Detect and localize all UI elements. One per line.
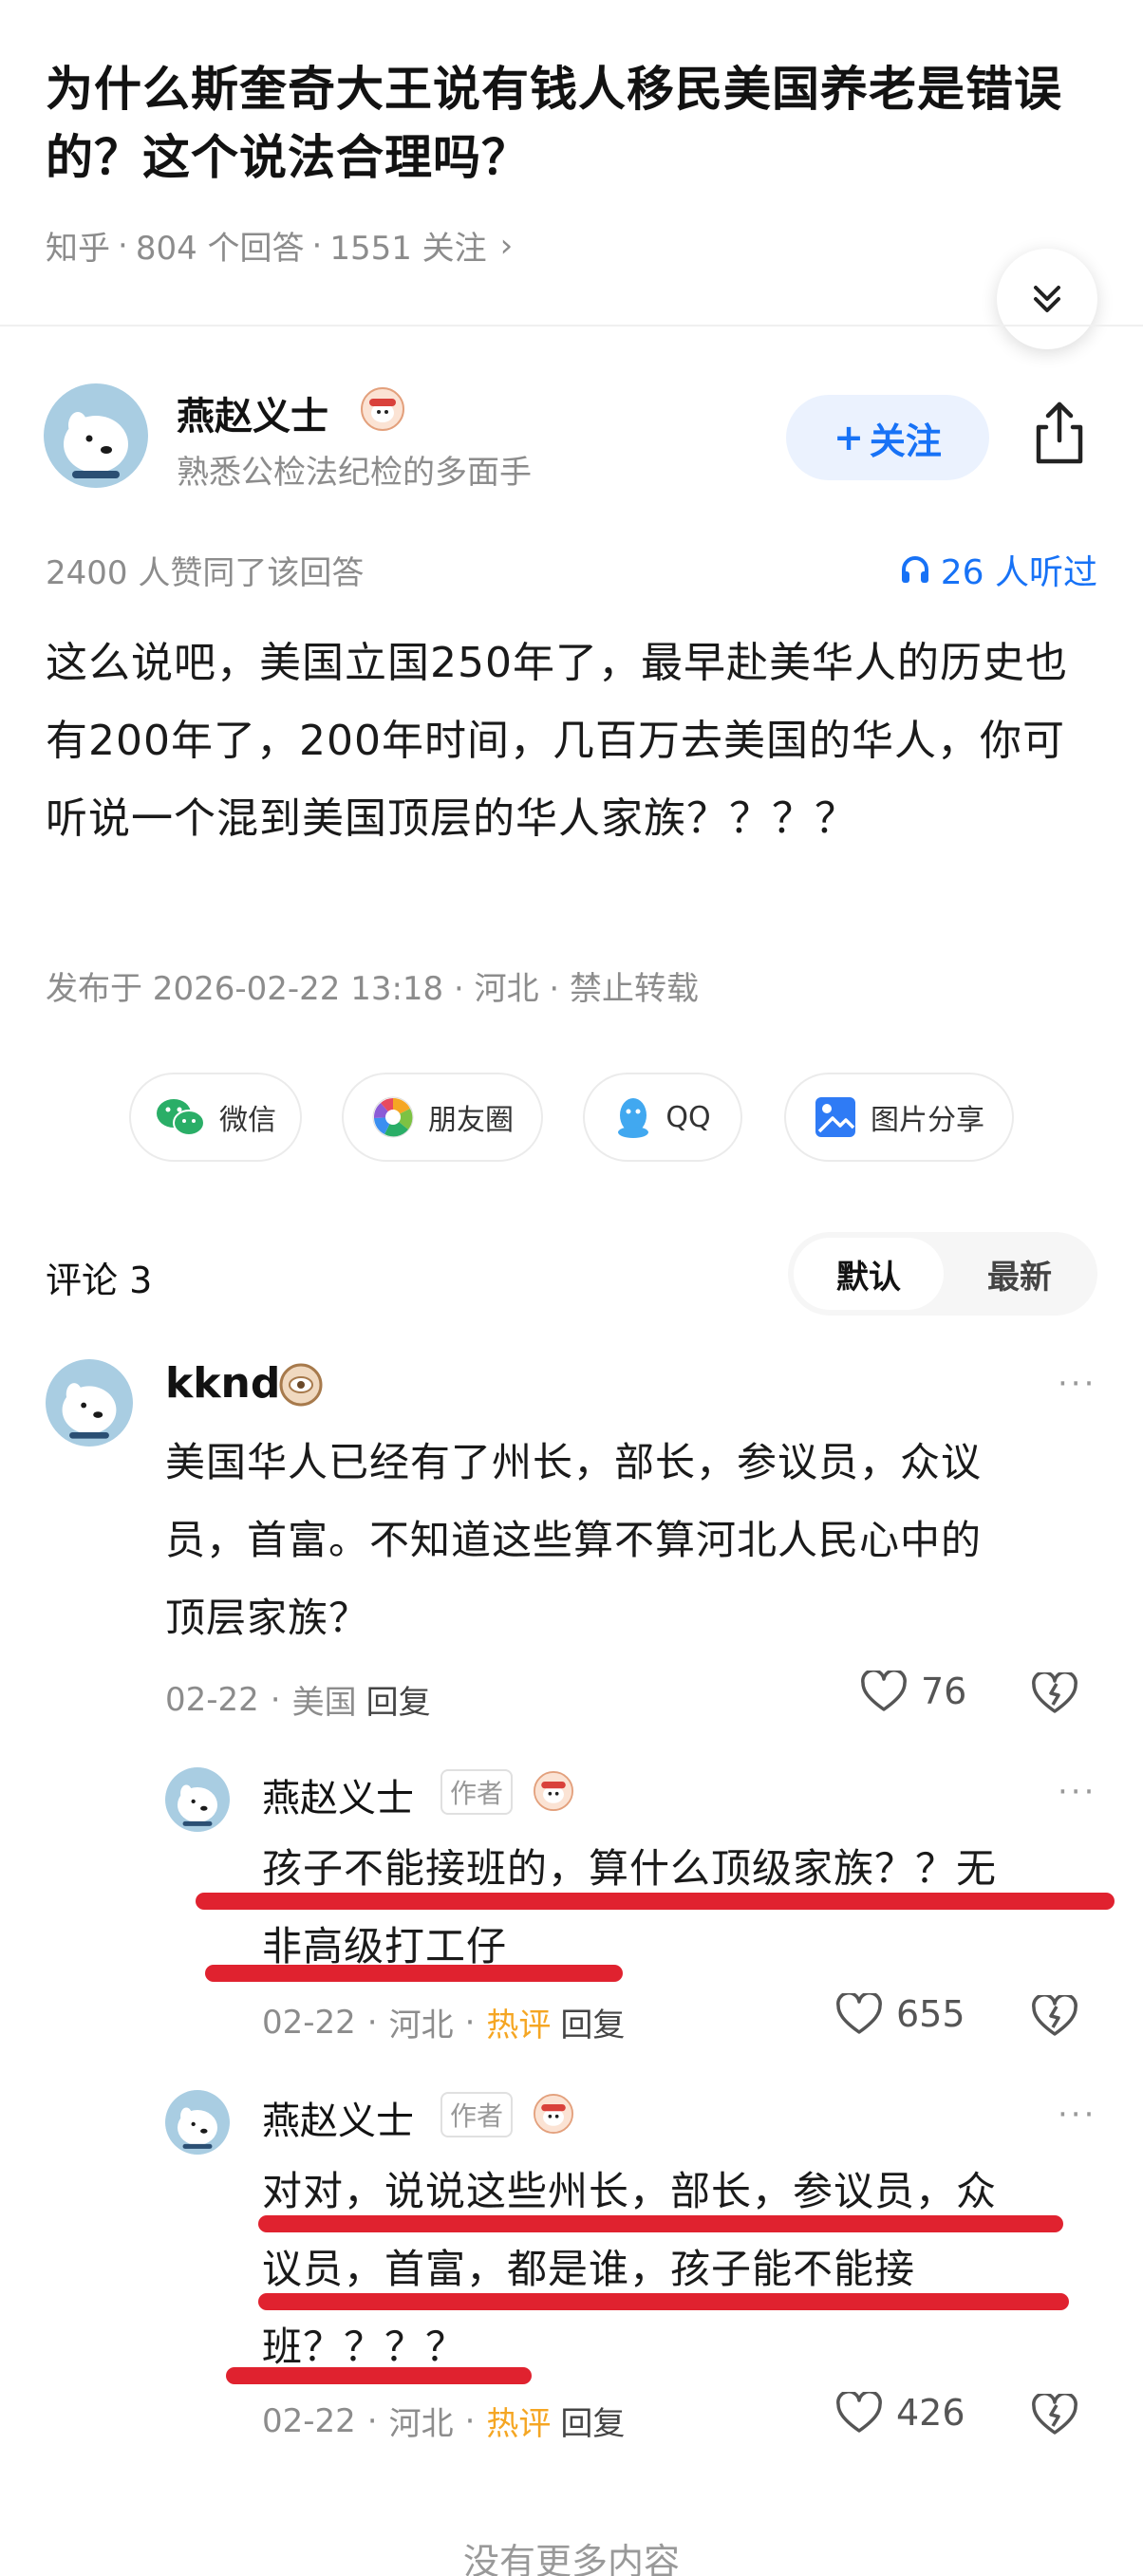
moments-icon <box>372 1096 414 1138</box>
like-count: 76 <box>921 1671 967 1712</box>
annotation-underline <box>196 1893 1115 1910</box>
headphones-icon <box>901 556 928 583</box>
sort-default-tab[interactable]: 默认 <box>794 1238 944 1310</box>
comment-meta: 02-22 · 美国 回复 <box>165 1676 431 1723</box>
answer-count: 804 个回答 <box>135 230 305 268</box>
share-wechat-button[interactable]: 微信 <box>129 1073 302 1162</box>
image-share-label: 图片分享 <box>871 1104 984 1137</box>
annotation-underline <box>258 2215 1063 2232</box>
more-icon[interactable]: ··· <box>1058 1773 1096 1811</box>
like-count: 655 <box>896 1993 965 2035</box>
dislike-icon[interactable] <box>1031 2392 1078 2439</box>
annotation-underline <box>205 1965 623 1982</box>
reply-button[interactable]: 回复 <box>366 1676 431 1723</box>
qq-icon <box>618 1098 649 1138</box>
author-tag: 作者 <box>440 2092 514 2137</box>
share-image-button[interactable]: 图片分享 <box>784 1073 1014 1162</box>
badge-icon <box>534 1771 573 1815</box>
like-count: 426 <box>896 2392 965 2434</box>
badge-icon <box>279 1363 323 1410</box>
source-label: 知乎 <box>46 230 110 268</box>
commenter-name[interactable]: kknd <box>165 1359 280 1408</box>
wechat-icon <box>157 1099 205 1136</box>
more-icon[interactable]: ··· <box>1058 1365 1096 1403</box>
hot-badge: 热评 <box>486 2007 552 2044</box>
comments-title: 评论 3 <box>46 1260 153 1301</box>
heart-icon <box>836 1993 882 2034</box>
hot-badge: 热评 <box>486 2405 552 2443</box>
reply-text: 对对，说说这些州长，部长，参议员，众 议员，首富，都是谁，孩子能不能接 班？？？… <box>262 2168 998 2370</box>
follow-button[interactable]: + 关注 <box>786 395 989 480</box>
share-icon[interactable] <box>1029 399 1090 467</box>
heart-icon <box>836 2392 882 2433</box>
reply-author-name[interactable]: 燕赵义士 <box>262 1767 414 1822</box>
author-description: 熟悉公检法纪检的多面手 <box>177 454 532 492</box>
like-button[interactable]: 655 <box>835 1993 965 2035</box>
chevron-right-icon: › <box>499 226 514 265</box>
author-tag: 作者 <box>440 1769 514 1815</box>
share-qq-button[interactable]: QQ <box>583 1073 742 1162</box>
reply-meta: 02-22 · 河北 · 热评 回复 <box>262 2398 625 2444</box>
avatar-image <box>44 383 148 488</box>
follow-count: 1551 关注 <box>329 230 487 268</box>
avatar-image <box>165 2090 230 2155</box>
reply-avatar[interactable] <box>165 2090 230 2155</box>
divider <box>0 325 1143 327</box>
reply-avatar[interactable] <box>165 1767 230 1832</box>
no-more-content: 没有更多内容 <box>462 2541 680 2576</box>
listen-count[interactable]: 26 人听过 <box>899 545 1097 594</box>
avatar-image <box>46 1359 133 1447</box>
reply-button[interactable]: 回复 <box>560 1999 625 2045</box>
share-moments-button[interactable]: 朋友圈 <box>342 1073 543 1162</box>
badge-icon <box>361 387 404 431</box>
dislike-icon[interactable] <box>1031 1993 1078 2041</box>
question-meta[interactable]: 知乎 · 804 个回答 · 1551 关注 › <box>46 222 513 269</box>
commenter-avatar[interactable] <box>46 1359 133 1447</box>
qq-label: QQ <box>665 1100 711 1134</box>
listen-label: 26 人听过 <box>940 553 1097 592</box>
reply-author-name[interactable]: 燕赵义士 <box>262 2090 414 2145</box>
image-icon <box>815 1097 855 1137</box>
wechat-label: 微信 <box>219 1104 276 1137</box>
like-button[interactable]: 76 <box>860 1671 966 1712</box>
heart-icon <box>861 1671 907 1711</box>
more-icon[interactable]: ··· <box>1058 2096 1096 2134</box>
author-avatar[interactable] <box>44 383 148 488</box>
question-title[interactable]: 为什么斯奎奇大王说有钱人移民美国养老是错误的？这个说法合理吗？ <box>46 55 1099 192</box>
annotation-underline <box>258 2293 1069 2310</box>
publish-info: 发布于 2026-02-22 13:18 · 河北 · 禁止转载 <box>46 970 700 1008</box>
comment-text: 美国华人已经有了州长，部长，参议员，众议 员，首富。不知道这些算不算河北人民心中… <box>165 1439 983 1641</box>
reply-button[interactable]: 回复 <box>560 2398 625 2444</box>
dislike-icon[interactable] <box>1031 1671 1078 1718</box>
like-button[interactable]: 426 <box>835 2392 965 2434</box>
moments-label: 朋友圈 <box>428 1104 514 1137</box>
plus-icon: + <box>834 417 864 458</box>
vote-count: 2400 人赞同了该回答 <box>46 554 365 592</box>
double-chevron-down-icon <box>1034 286 1060 312</box>
collapse-button[interactable] <box>997 249 1097 349</box>
follow-label: 关注 <box>869 420 942 462</box>
reply-meta: 02-22 · 河北 · 热评 回复 <box>262 1999 625 2045</box>
badge-icon <box>534 2094 573 2137</box>
sort-latest-tab[interactable]: 最新 <box>947 1238 1092 1310</box>
answer-body: 这么说吧，美国立国250年了，最早赴美华人的历史也有200年了，200年时间，几… <box>46 639 1068 843</box>
avatar-image <box>165 1767 230 1832</box>
author-name[interactable]: 燕赵义士 <box>177 385 328 440</box>
annotation-underline <box>226 2367 532 2384</box>
